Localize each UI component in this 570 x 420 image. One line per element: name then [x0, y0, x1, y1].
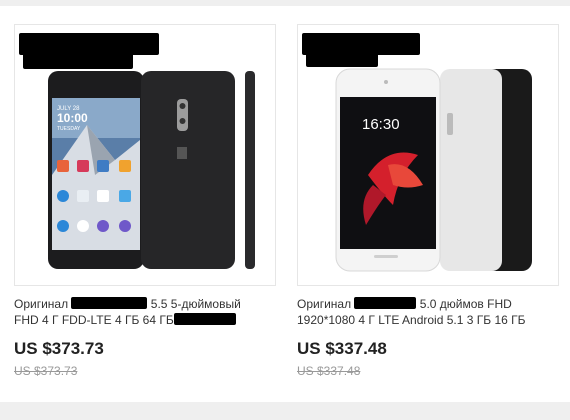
lockscreen-day: TUESDAY [57, 126, 81, 132]
product-title-1[interactable]: Оригинал 5.5 5-дюймовый FHD 4 Г FDD-LTE … [14, 296, 276, 330]
price: US $337.48 [297, 339, 387, 358]
redacted-text [173, 313, 236, 325]
title-prefix: Оригинал [297, 297, 352, 311]
old-price: US $337.48 [297, 364, 361, 378]
bottom-bar [0, 402, 570, 420]
title-line1-suffix: 5.0 дюймов FHD [419, 297, 512, 311]
product-info-2: Оригинал 5.0 дюймов FHD 1920*1080 4 Г LT… [297, 296, 559, 378]
old-price: US $373.73 [14, 364, 78, 378]
title-prefix: Оригинал [14, 297, 69, 311]
product-info-1: Оригинал 5.5 5-дюймовый FHD 4 Г FDD-LTE … [14, 296, 276, 378]
redacted-text [71, 297, 148, 309]
product-image-1[interactable]: JULY 28 10:00 TUESDAY [14, 24, 276, 286]
lockscreen-time: 10:00 [57, 111, 88, 125]
top-bar [0, 0, 570, 6]
redacted-logo-part [23, 53, 133, 69]
redacted-logo-2-part [306, 51, 378, 67]
title-line2: FHD 4 Г FDD-LTE 4 ГБ 64 ГБ [14, 313, 174, 327]
redacted-logo [19, 33, 159, 55]
redacted-text [354, 297, 417, 309]
title-line1-suffix: 5.5 5-дюймовый [150, 297, 241, 311]
price: US $373.73 [14, 339, 104, 358]
product-title-2[interactable]: Оригинал 5.0 дюймов FHD 1920*1080 4 Г LT… [297, 296, 559, 330]
product-image-2[interactable]: 16:30 [297, 24, 559, 286]
title-line2: 1920*1080 4 Г LTE Android 5.1 3 ГБ 16 ГБ [297, 313, 526, 327]
lockscreen-time-2: 16:30 [362, 116, 400, 133]
